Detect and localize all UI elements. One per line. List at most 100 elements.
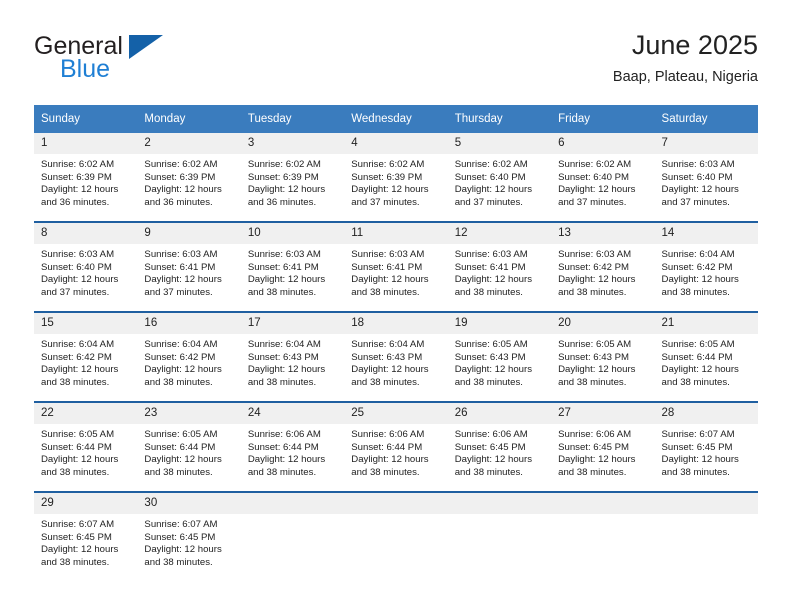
day-daylight-line2-text: and 36 minutes. — [247, 196, 317, 208]
day-number: 7 — [654, 133, 758, 154]
weekday-header-sunday: Sunday — [34, 105, 138, 133]
calendar-week-row: 22 Sunrise: 6:05 AM Sunset: 6:44 PM Dayligh… — [34, 401, 758, 492]
day-daylight-line2-text: and 38 minutes. — [247, 466, 317, 478]
day-sunset-text: Sunset: 6:43 PM — [351, 351, 423, 363]
day-daylight-line2-text: and 37 minutes. — [661, 196, 730, 208]
weekday-header-tuesday: Tuesday — [240, 105, 345, 133]
calendar-day-cell[interactable]: 23 Sunrise: 6:05 AM Sunset: 6:44 PM Dayligh… — [137, 401, 241, 492]
calendar-day-cell[interactable]: 11 Sunrise: 6:03 AM Sunset: 6:41 PM Dayligh… — [344, 221, 448, 312]
day-daylight-line1-text: Daylight: 12 hours — [558, 274, 636, 286]
day-sunset-text: Sunset: 6:45 PM — [558, 441, 630, 453]
day-details: Sunrise: 6:04 AM Sunset: 6:42 PM Daylight:… — [137, 334, 240, 389]
day-daylight-line2-text: and 38 minutes. — [558, 286, 627, 298]
day-sunset-text: Sunset: 6:42 PM — [558, 261, 630, 273]
day-daylight-line1-text: Daylight: 12 hours — [144, 454, 222, 466]
calendar-day-cell[interactable]: 29 Sunrise: 6:07 AM Sunset: 6:45 PM Dayligh… — [34, 491, 138, 581]
day-number: 21 — [654, 313, 758, 334]
day-number: 30 — [137, 493, 241, 514]
day-sunset-text: Sunset: 6:39 PM — [247, 171, 319, 183]
day-sunrise-text: Sunrise: 6:05 AM — [558, 339, 632, 350]
day-daylight-line2-text: and 38 minutes. — [144, 376, 213, 388]
calendar-day-cell[interactable]: 7 Sunrise: 6:03 AM Sunset: 6:40 PM Daylight… — [654, 133, 758, 222]
calendar-day-cell[interactable]: 1 Sunrise: 6:02 AM Sunset: 6:39 PM Daylight… — [34, 133, 138, 222]
day-sunset-text: Sunset: 6:40 PM — [661, 171, 733, 183]
day-daylight-line2-text: and 38 minutes. — [247, 376, 317, 388]
calendar-day-cell[interactable]: 8 Sunrise: 6:03 AM Sunset: 6:40 PM Daylight… — [34, 221, 138, 312]
day-number: 22 — [34, 403, 138, 424]
calendar-day-cell[interactable]: 13 Sunrise: 6:03 AM Sunset: 6:42 PM Dayligh… — [551, 221, 655, 312]
day-details: Sunrise: 6:03 AM Sunset: 6:40 PM Daylight:… — [655, 154, 758, 209]
calendar-day-cell[interactable]: 15 Sunrise: 6:04 AM Sunset: 6:42 PM Dayligh… — [34, 311, 138, 402]
day-number: 3 — [240, 133, 345, 154]
calendar-day-cell[interactable]: 21 Sunrise: 6:05 AM Sunset: 6:44 PM Dayligh… — [654, 311, 758, 402]
day-details: Sunrise: 6:03 AM Sunset: 6:41 PM Daylight:… — [448, 244, 551, 299]
day-details: Sunrise: 6:04 AM Sunset: 6:43 PM Daylight:… — [344, 334, 447, 389]
day-number: 17 — [240, 313, 345, 334]
day-number: 10 — [240, 223, 345, 244]
day-daylight-line2-text: and 38 minutes. — [661, 286, 730, 298]
day-number — [344, 493, 448, 514]
calendar-day-cell[interactable]: 9 Sunrise: 6:03 AM Sunset: 6:41 PM Daylight… — [137, 221, 241, 312]
day-details: Sunrise: 6:05 AM Sunset: 6:43 PM Daylight:… — [448, 334, 551, 389]
day-sunrise-text: Sunrise: 6:02 AM — [247, 159, 321, 170]
calendar-day-cell[interactable]: 19 Sunrise: 6:05 AM Sunset: 6:43 PM Dayligh… — [447, 311, 552, 402]
day-sunrise-text: Sunrise: 6:04 AM — [351, 339, 425, 350]
calendar-day-cell[interactable]: 10 Sunrise: 6:03 AM Sunset: 6:41 PM Dayligh… — [240, 221, 345, 312]
day-daylight-line1-text: Daylight: 12 hours — [454, 274, 533, 286]
day-sunset-text: Sunset: 6:44 PM — [351, 441, 423, 453]
day-daylight-line1-text: Daylight: 12 hours — [661, 184, 739, 196]
calendar-day-cell[interactable]: 20 Sunrise: 6:05 AM Sunset: 6:43 PM Dayligh… — [551, 311, 655, 402]
day-daylight-line1-text: Daylight: 12 hours — [351, 364, 429, 376]
day-daylight-line2-text: and 37 minutes. — [558, 196, 627, 208]
calendar-day-cell[interactable]: 2 Sunrise: 6:02 AM Sunset: 6:39 PM Daylight… — [137, 133, 241, 222]
calendar-day-cell[interactable]: 27 Sunrise: 6:06 AM Sunset: 6:45 PM Dayligh… — [551, 401, 655, 492]
day-details: Sunrise: 6:02 AM Sunset: 6:40 PM Daylight:… — [448, 154, 551, 209]
day-sunset-text: Sunset: 6:44 PM — [661, 351, 733, 363]
calendar-day-cell[interactable]: 24 Sunrise: 6:06 AM Sunset: 6:44 PM Dayligh… — [240, 401, 345, 492]
day-details: Sunrise: 6:07 AM Sunset: 6:45 PM Daylight:… — [655, 424, 758, 479]
calendar-day-cell[interactable]: 16 Sunrise: 6:04 AM Sunset: 6:42 PM Dayligh… — [137, 311, 241, 402]
day-sunset-text: Sunset: 6:43 PM — [558, 351, 630, 363]
day-daylight-line1-text: Daylight: 12 hours — [454, 454, 533, 466]
day-sunset-text: Sunset: 6:43 PM — [247, 351, 319, 363]
day-sunrise-text: Sunrise: 6:03 AM — [661, 159, 735, 170]
calendar-day-cell[interactable]: 18 Sunrise: 6:04 AM Sunset: 6:43 PM Dayligh… — [344, 311, 448, 402]
day-daylight-line1-text: Daylight: 12 hours — [247, 274, 326, 286]
day-number: 29 — [34, 493, 138, 514]
calendar-day-cell[interactable]: 28 Sunrise: 6:07 AM Sunset: 6:45 PM Dayligh… — [654, 401, 758, 492]
day-details: Sunrise: 6:05 AM Sunset: 6:43 PM Daylight:… — [551, 334, 654, 389]
calendar-day-cell[interactable]: 4 Sunrise: 6:02 AM Sunset: 6:39 PM Daylight… — [344, 133, 448, 222]
calendar-day-cell[interactable]: 22 Sunrise: 6:05 AM Sunset: 6:44 PM Dayligh… — [34, 401, 138, 492]
day-daylight-line1-text: Daylight: 12 hours — [144, 274, 222, 286]
calendar-day-cell[interactable]: 17 Sunrise: 6:04 AM Sunset: 6:43 PM Dayligh… — [240, 311, 345, 402]
day-sunrise-text: Sunrise: 6:03 AM — [247, 249, 321, 260]
calendar-day-cell[interactable]: 5 Sunrise: 6:02 AM Sunset: 6:40 PM Daylight… — [447, 133, 552, 222]
day-number: 2 — [137, 133, 241, 154]
day-sunrise-text: Sunrise: 6:03 AM — [454, 249, 528, 260]
day-daylight-line1-text: Daylight: 12 hours — [144, 184, 222, 196]
calendar-day-cell[interactable]: 3 Sunrise: 6:02 AM Sunset: 6:39 PM Daylight… — [240, 133, 345, 222]
day-sunrise-text: Sunrise: 6:05 AM — [41, 429, 115, 440]
calendar-day-cell[interactable]: 14 Sunrise: 6:04 AM Sunset: 6:42 PM Dayligh… — [654, 221, 758, 312]
calendar-day-cell[interactable]: 30 Sunrise: 6:07 AM Sunset: 6:45 PM Dayligh… — [137, 491, 241, 581]
calendar-day-cell[interactable]: 6 Sunrise: 6:02 AM Sunset: 6:40 PM Daylight… — [551, 133, 655, 222]
calendar-day-cell[interactable]: 25 Sunrise: 6:06 AM Sunset: 6:44 PM Dayligh… — [344, 401, 448, 492]
calendar-day-cell — [447, 491, 552, 581]
calendar-day-cell[interactable]: 26 Sunrise: 6:06 AM Sunset: 6:45 PM Dayligh… — [447, 401, 552, 492]
day-daylight-line2-text: and 38 minutes. — [351, 466, 420, 478]
day-details: Sunrise: 6:02 AM Sunset: 6:39 PM Daylight:… — [34, 154, 137, 209]
day-number: 12 — [447, 223, 552, 244]
day-daylight-line1-text: Daylight: 12 hours — [41, 364, 119, 376]
day-sunrise-text: Sunrise: 6:07 AM — [41, 519, 115, 530]
day-sunrise-text: Sunrise: 6:04 AM — [41, 339, 115, 350]
day-number: 19 — [447, 313, 552, 334]
calendar-day-cell[interactable]: 12 Sunrise: 6:03 AM Sunset: 6:41 PM Dayligh… — [447, 221, 552, 312]
day-sunset-text: Sunset: 6:41 PM — [247, 261, 319, 273]
day-sunset-text: Sunset: 6:44 PM — [247, 441, 319, 453]
day-details: Sunrise: 6:03 AM Sunset: 6:41 PM Daylight:… — [344, 244, 447, 299]
day-details: Sunrise: 6:05 AM Sunset: 6:44 PM Daylight:… — [34, 424, 137, 479]
day-sunrise-text: Sunrise: 6:07 AM — [661, 429, 735, 440]
day-details: Sunrise: 6:04 AM Sunset: 6:43 PM Daylight:… — [241, 334, 344, 389]
day-sunset-text: Sunset: 6:45 PM — [661, 441, 733, 453]
day-daylight-line1-text: Daylight: 12 hours — [41, 544, 119, 556]
